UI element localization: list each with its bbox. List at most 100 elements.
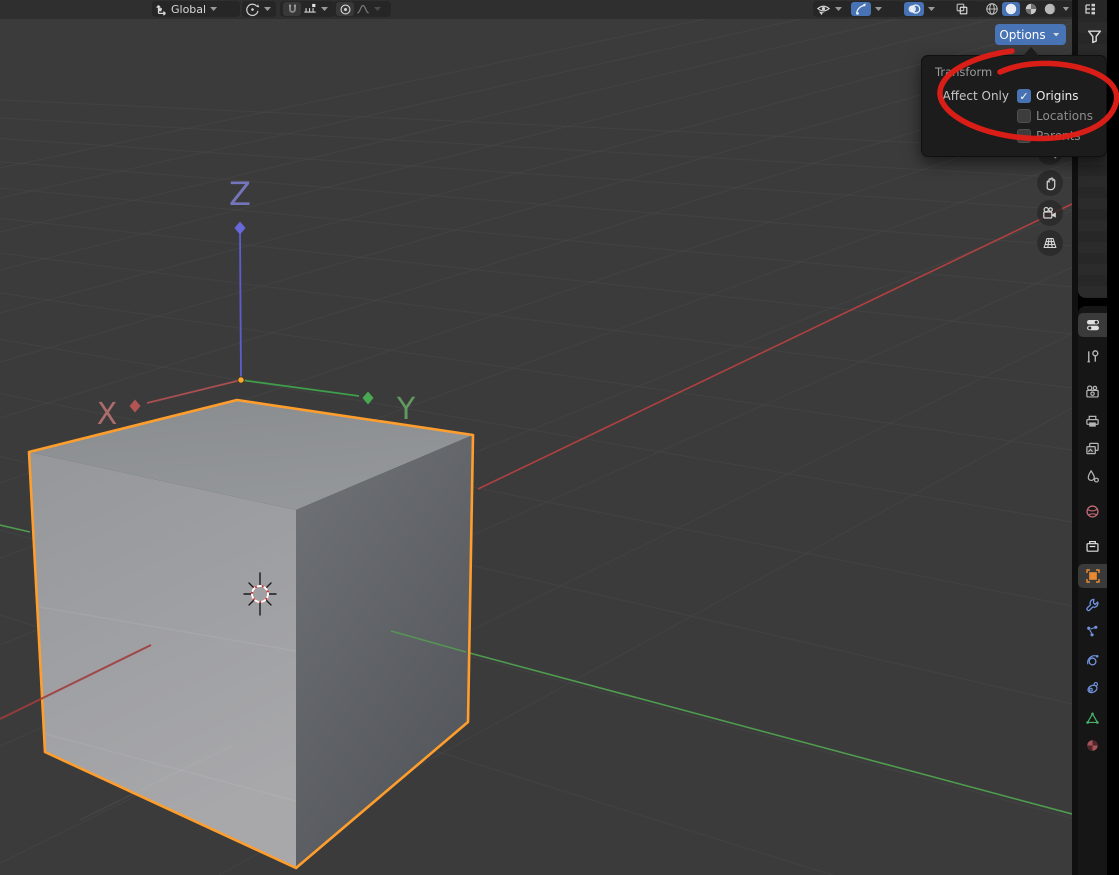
show-gizmos-control <box>848 1 902 17</box>
show-overlays-control <box>901 1 955 17</box>
properties-rail <box>1078 306 1107 875</box>
parents-checkbox[interactable] <box>1017 129 1031 143</box>
camera-view-button[interactable] <box>1037 200 1063 226</box>
tab-world[interactable] <box>1078 499 1107 523</box>
tab-render[interactable] <box>1078 379 1107 403</box>
popover-arrow <box>1023 47 1039 56</box>
orthographic-toggle-button[interactable] <box>1037 230 1063 256</box>
options-popover: Transform Affect Only ✓ Origins Location… <box>921 55 1107 157</box>
overlays-toggle[interactable] <box>904 2 924 16</box>
locations-label: Locations <box>1036 109 1094 123</box>
gizmo-x-handle[interactable] <box>129 399 141 413</box>
gizmo-x-line <box>146 379 242 404</box>
tab-modifiers[interactable] <box>1078 592 1107 616</box>
shading-material-button[interactable] <box>1022 2 1039 16</box>
chevron-down-icon <box>875 7 882 11</box>
wireframe-sphere-icon <box>986 3 998 15</box>
chevron-down-icon <box>1062 7 1069 11</box>
chevron-down-icon <box>374 7 381 11</box>
perspective-grid-icon <box>1043 237 1057 249</box>
viewport-scene: Z X Y <box>0 0 1072 875</box>
scene-icon <box>1087 469 1099 483</box>
tab-collection[interactable] <box>1078 534 1107 558</box>
x-axis-line <box>477 203 1072 490</box>
material-icon <box>1087 739 1098 751</box>
axis-label-x: X <box>97 397 118 432</box>
chevron-down-icon <box>321 7 328 11</box>
tab-object-data[interactable] <box>1078 706 1107 730</box>
tab-physics[interactable] <box>1078 648 1107 672</box>
world-globe-icon <box>1086 504 1099 518</box>
shading-mode-group <box>980 1 1072 17</box>
origins-label: Origins <box>1036 89 1079 103</box>
render-camera-icon <box>1086 384 1099 398</box>
3d-viewport[interactable]: Z X Y Global Options <box>0 0 1072 875</box>
parents-row[interactable]: Parents <box>922 127 1106 145</box>
parents-label: Parents <box>1036 129 1081 143</box>
outliner-tree-icon[interactable] <box>1082 2 1098 18</box>
xray-icon <box>956 3 968 15</box>
cube-object[interactable] <box>27 398 475 870</box>
overlays-icon <box>908 4 921 14</box>
proportional-editing-controls <box>333 1 391 17</box>
gizmo-origin-dot[interactable] <box>237 376 245 384</box>
images-stack-icon <box>1086 442 1099 454</box>
tool-icon <box>1087 349 1099 362</box>
constraint-icon <box>1087 681 1099 693</box>
gizmo-z-line <box>239 230 242 381</box>
tab-particles[interactable] <box>1078 619 1107 643</box>
origins-checkbox[interactable]: ✓ <box>1017 89 1031 103</box>
hand-icon <box>1046 176 1055 190</box>
camera-icon <box>1043 206 1056 219</box>
options-button[interactable]: Options <box>995 24 1066 45</box>
gizmo-icon <box>856 3 866 15</box>
snap-increment-icon[interactable] <box>303 2 317 16</box>
popover-section-title: Transform <box>935 65 993 79</box>
proportional-circle-icon <box>339 3 351 15</box>
tab-constraints[interactable] <box>1078 675 1107 699</box>
tab-scene[interactable] <box>1078 464 1107 488</box>
properties-editor-icon <box>1086 320 1099 331</box>
show-object-types-dropdown[interactable] <box>813 1 851 17</box>
pan-button[interactable] <box>1037 170 1063 196</box>
y-axis-line-right <box>461 650 1072 815</box>
filter-icon[interactable] <box>1086 28 1103 45</box>
orientation-value: Global <box>171 2 207 16</box>
locations-row[interactable]: Locations <box>922 107 1106 125</box>
xray-toggle[interactable] <box>952 1 982 17</box>
rendered-sphere-icon <box>1044 3 1056 15</box>
transform-orientation-dropdown[interactable]: Global <box>152 1 240 17</box>
viewport-header: Global <box>0 0 1072 19</box>
magnet-icon <box>288 4 296 13</box>
physics-icon <box>1087 654 1099 665</box>
falloff-curve-icon[interactable] <box>356 2 370 16</box>
snap-toggle[interactable] <box>283 2 301 16</box>
locations-checkbox[interactable] <box>1017 109 1031 123</box>
tab-material[interactable] <box>1078 733 1107 757</box>
axis-label-z: Z <box>229 175 251 213</box>
printer-icon <box>1086 415 1099 427</box>
pivot-point-icon <box>246 3 260 16</box>
axis-label-y: Y <box>396 392 416 427</box>
shading-rendered-button[interactable] <box>1041 2 1058 16</box>
gizmo-z-handle[interactable] <box>234 221 246 235</box>
gizmo-y-line <box>240 379 360 397</box>
tab-editor-type-properties[interactable] <box>1078 313 1107 337</box>
shading-solid-button[interactable] <box>1002 2 1020 16</box>
wrench-icon <box>1086 598 1099 611</box>
pivot-point-dropdown[interactable] <box>242 1 276 17</box>
tab-object[interactable] <box>1078 564 1107 588</box>
cube-right-face <box>296 435 473 868</box>
proportional-editing-toggle[interactable] <box>336 2 354 16</box>
collection-box-icon <box>1086 540 1099 552</box>
chevron-down-icon <box>264 7 271 11</box>
shading-wireframe-button[interactable] <box>983 2 1000 16</box>
gizmos-toggle[interactable] <box>851 2 871 16</box>
checkmark-icon: ✓ <box>1019 89 1029 103</box>
tab-output[interactable] <box>1078 409 1107 433</box>
origins-row[interactable]: Affect Only ✓ Origins <box>922 87 1106 105</box>
chevron-down-icon <box>928 7 935 11</box>
tab-tool[interactable] <box>1078 344 1107 368</box>
chevron-down-icon <box>210 7 218 11</box>
tab-view-layer[interactable] <box>1078 436 1107 460</box>
